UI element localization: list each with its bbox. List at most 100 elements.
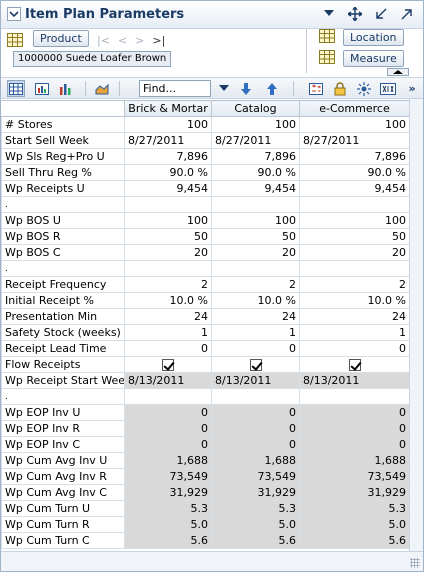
data-cell[interactable]: 7,896 — [211, 148, 300, 165]
row-header[interactable]: Wp Sls Reg+Pro U — [1, 148, 125, 165]
find-previous-up-icon[interactable] — [263, 80, 281, 97]
lock-icon[interactable] — [331, 80, 349, 97]
data-cell[interactable] — [299, 356, 410, 373]
row-header[interactable]: . — [1, 196, 125, 213]
prev-page-button[interactable]: < — [118, 34, 127, 47]
measure-dimension-button[interactable]: Measure — [343, 50, 404, 67]
row-header[interactable]: . — [1, 260, 125, 277]
row-header[interactable]: Wp Cum Avg Inv C — [1, 484, 125, 501]
data-cell[interactable]: 2 — [299, 276, 410, 293]
data-cell[interactable]: 20 — [124, 244, 212, 261]
flow-receipts-checkbox[interactable] — [249, 358, 262, 371]
data-cell[interactable]: 50 — [124, 228, 212, 245]
data-cell[interactable]: 10.0 % — [124, 292, 212, 309]
row-header[interactable]: Sell Thru Reg % — [1, 164, 125, 181]
row-header[interactable]: Wp BOS U — [1, 212, 125, 229]
chart-view-icon[interactable] — [33, 80, 51, 97]
row-header[interactable]: Receipt Lead Time — [1, 340, 125, 357]
row-header[interactable]: Wp Cum Turn C — [1, 532, 125, 549]
spread-icon[interactable] — [355, 80, 373, 97]
row-header[interactable]: Wp Cum Avg Inv U — [1, 452, 125, 469]
row-header[interactable]: Wp EOP Inv U — [1, 404, 125, 421]
data-cell[interactable]: 7,896 — [299, 148, 410, 165]
data-cell[interactable]: 100 — [124, 116, 212, 133]
row-header[interactable]: Wp Cum Turn U — [1, 500, 125, 517]
calculator-icon[interactable] — [307, 80, 325, 97]
row-header[interactable]: Receipt Frequency — [1, 276, 125, 293]
spreadsheet-view-icon[interactable] — [7, 80, 25, 97]
row-header[interactable]: Safety Stock (weeks) — [1, 324, 125, 341]
row-header[interactable]: Presentation Min — [1, 308, 125, 325]
row-header[interactable]: Wp EOP Inv C — [1, 436, 125, 453]
data-cell[interactable]: 50 — [299, 228, 410, 245]
data-cell[interactable]: 2 — [211, 276, 300, 293]
collapse-icon[interactable] — [7, 7, 21, 21]
data-cell[interactable]: 24 — [211, 308, 300, 325]
data-cell[interactable]: 24 — [124, 308, 212, 325]
data-cell[interactable]: 24 — [299, 308, 410, 325]
next-page-button[interactable]: > — [135, 34, 144, 47]
data-cell[interactable]: 100 — [299, 116, 410, 133]
last-page-button[interactable]: >| — [152, 34, 165, 47]
data-cell[interactable]: 8/27/2011 — [299, 132, 410, 149]
data-cell[interactable] — [124, 356, 212, 373]
row-header[interactable]: Wp BOS R — [1, 228, 125, 245]
data-cell[interactable]: 2 — [124, 276, 212, 293]
data-cell[interactable]: 20 — [211, 244, 300, 261]
data-cell[interactable]: 8/27/2011 — [211, 132, 300, 149]
data-cell[interactable]: 50 — [211, 228, 300, 245]
data-cell[interactable]: 0 — [124, 340, 212, 357]
data-cell[interactable]: 9,454 — [299, 180, 410, 197]
find-next-down-icon[interactable] — [237, 80, 255, 97]
data-cell[interactable]: 10.0 % — [211, 292, 300, 309]
column-header-ecommerce[interactable]: e-Commerce — [299, 100, 410, 117]
row-header[interactable]: # Stores — [1, 116, 125, 133]
first-page-button[interactable]: |< — [97, 34, 110, 47]
row-header[interactable]: Wp BOS C — [1, 244, 125, 261]
data-cell[interactable]: 90.0 % — [211, 164, 300, 181]
data-cell[interactable] — [211, 356, 300, 373]
data-cell[interactable]: 9,454 — [124, 180, 212, 197]
more-tools-icon[interactable]: » — [403, 80, 421, 97]
flow-receipts-checkbox[interactable] — [348, 358, 361, 371]
data-cell[interactable]: 1 — [124, 324, 212, 341]
data-cell[interactable]: 0 — [299, 340, 410, 357]
row-header[interactable]: Wp Receipts U — [1, 180, 125, 197]
data-cell[interactable]: 8/27/2011 — [124, 132, 212, 149]
area-chart-icon[interactable] — [93, 80, 111, 97]
resize-grip-icon[interactable] — [410, 558, 420, 568]
row-header[interactable]: Flow Receipts — [1, 356, 125, 373]
find-dropdown-icon[interactable] — [215, 80, 233, 97]
data-cell[interactable]: 90.0 % — [124, 164, 212, 181]
data-cell[interactable]: 0 — [211, 340, 300, 357]
product-dimension-button[interactable]: Product — [33, 30, 89, 47]
data-cell[interactable]: 9,454 — [211, 180, 300, 197]
data-cell[interactable]: 10.0 % — [299, 292, 410, 309]
location-dimension-button[interactable]: Location — [343, 29, 404, 46]
data-cell[interactable]: 1 — [299, 324, 410, 341]
row-header[interactable]: Start Sell Week — [1, 132, 125, 149]
move-icon[interactable] — [347, 6, 363, 22]
data-cell[interactable]: 90.0 % — [299, 164, 410, 181]
row-header[interactable]: Wp Receipt Start Week — [1, 372, 125, 389]
column-header-brick-mortar[interactable]: Brick & Mortar — [124, 100, 212, 117]
row-header[interactable]: Initial Receipt % — [1, 292, 125, 309]
export-xls-icon[interactable] — [379, 80, 397, 97]
data-cell[interactable]: 20 — [299, 244, 410, 261]
bar-chart-icon[interactable] — [57, 80, 75, 97]
row-header[interactable]: Wp EOP Inv R — [1, 420, 125, 437]
maximize-icon[interactable] — [399, 6, 415, 22]
data-cell[interactable]: 1 — [211, 324, 300, 341]
product-breadcrumb[interactable]: 1000000 Suede Loafer Brown — [13, 51, 172, 67]
dropdown-arrow-icon[interactable] — [321, 6, 337, 22]
row-header[interactable]: Wp Cum Turn R — [1, 516, 125, 533]
row-header[interactable]: Wp Cum Avg Inv R — [1, 468, 125, 485]
find-input[interactable]: Find... — [139, 80, 211, 97]
horizontal-scrollbar[interactable] — [1, 551, 423, 571]
data-cell[interactable]: 100 — [299, 212, 410, 229]
row-header[interactable]: . — [1, 388, 125, 405]
column-header-catalog[interactable]: Catalog — [211, 100, 300, 117]
data-cell[interactable]: 100 — [124, 212, 212, 229]
vertical-scrollbar[interactable] — [409, 99, 423, 551]
data-cell[interactable]: 100 — [211, 116, 300, 133]
